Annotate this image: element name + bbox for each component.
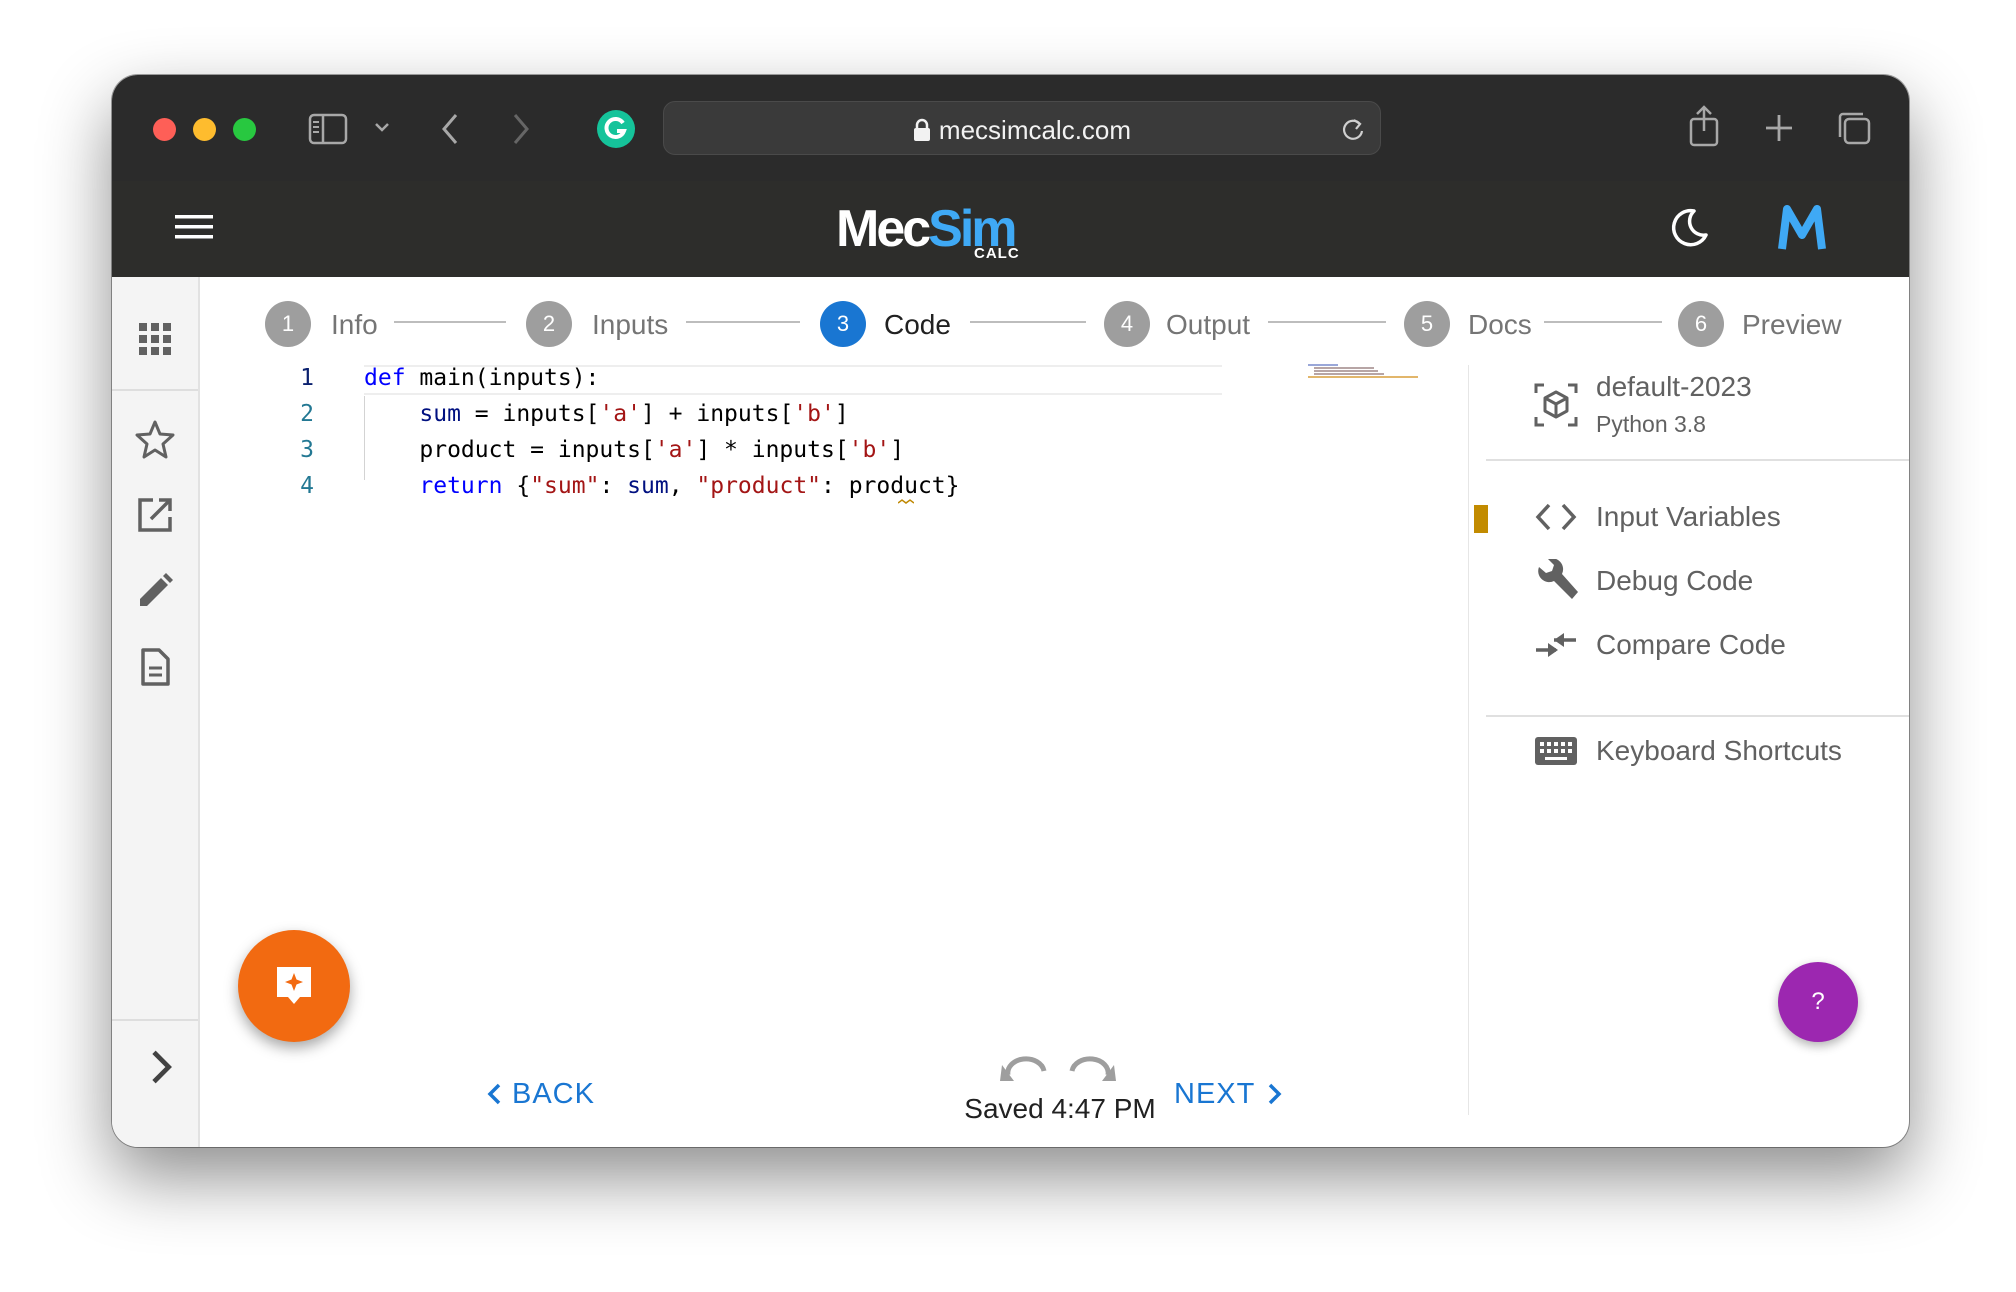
apps-grid-icon[interactable]: [135, 319, 175, 359]
document-icon[interactable]: [135, 647, 175, 687]
chevron-left-icon: [487, 1083, 501, 1105]
undo-redo-controls: [1000, 1056, 1116, 1081]
next-button[interactable]: NEXT: [1174, 1078, 1283, 1111]
mecsimcalc-logo[interactable]: MecSim CALC: [836, 201, 1036, 262]
dark-mode-moon-icon[interactable]: [1668, 207, 1710, 249]
panel-divider: [1486, 459, 1909, 461]
minimize-window-button[interactable]: [193, 118, 216, 141]
close-window-button[interactable]: [153, 118, 176, 141]
chevron-right-icon: [1269, 1083, 1282, 1105]
panel-divider: [1486, 715, 1909, 717]
rail-divider: [112, 1019, 198, 1021]
warning-squiggle-icon: [898, 499, 914, 504]
saved-status: Saved 4:47 PM: [964, 1093, 1156, 1124]
environment-version: Python 3.8: [1596, 411, 1706, 437]
help-button[interactable]: ?: [1778, 962, 1858, 1042]
open-external-icon[interactable]: [135, 495, 175, 535]
grammarly-icon[interactable]: [596, 109, 636, 149]
back-button[interactable]: BACK: [486, 1078, 595, 1111]
browser-window: mecsimcalc.com MecSim CALC 1 Info 2 Inpu…: [112, 75, 1909, 1147]
keyboard-icon: [1535, 737, 1577, 765]
left-rail: [112, 277, 200, 1147]
step-connector: [394, 321, 506, 323]
step-connector: [686, 321, 800, 323]
url-text: mecsimcalc.com: [938, 115, 1132, 145]
ai-sparkle-icon: [277, 967, 311, 1004]
share-icon[interactable]: [1688, 105, 1720, 147]
expand-rail-chevron-icon[interactable]: [142, 1047, 182, 1087]
compare-arrows-icon: [1536, 633, 1576, 657]
back-arrow-icon[interactable]: [440, 112, 460, 146]
chevron-down-icon[interactable]: [374, 121, 390, 133]
tab-overview-icon[interactable]: [1836, 110, 1872, 146]
scrollbar-marker: [1474, 505, 1488, 533]
code-line: product = inputs['a'] * inputs['b']: [364, 437, 905, 463]
editor-minimap[interactable]: [1308, 364, 1418, 380]
code-brackets-icon: [1535, 503, 1577, 531]
forward-arrow-icon[interactable]: [511, 112, 531, 146]
redo-icon[interactable]: [1069, 1056, 1116, 1081]
user-avatar-m-icon[interactable]: [1778, 205, 1826, 251]
lock-icon: [913, 118, 930, 141]
reload-icon[interactable]: [1340, 116, 1366, 142]
line-number: 2: [300, 401, 314, 427]
star-icon[interactable]: [135, 419, 175, 459]
browser-toolbar: mecsimcalc.com: [112, 75, 1909, 182]
line-number: 3: [300, 437, 314, 463]
line-number: 4: [300, 473, 314, 499]
wrench-icon: [1538, 559, 1578, 599]
menu-icon[interactable]: [175, 212, 213, 242]
code-line: def main(inputs):: [364, 365, 600, 391]
package-cube-icon: [1534, 383, 1578, 427]
editor-divider: [1468, 365, 1469, 1115]
sidebar-toggle-icon[interactable]: [308, 113, 348, 145]
pencil-edit-icon[interactable]: [135, 571, 175, 611]
step-connector: [1544, 321, 1662, 323]
step-connector: [970, 321, 1086, 323]
code-line: sum = inputs['a'] + inputs['b']: [419, 401, 849, 427]
rail-divider: [112, 389, 198, 391]
app-header: MecSim CALC: [112, 181, 1909, 277]
undo-icon[interactable]: [1000, 1056, 1047, 1081]
line-number: 1: [300, 365, 314, 391]
step-connector: [1268, 321, 1386, 323]
code-editor[interactable]: 1 2 3 4 def main(inputs): sum = inputs['…: [284, 365, 1224, 885]
address-bar[interactable]: mecsimcalc.com: [663, 101, 1381, 155]
new-tab-icon[interactable]: [1764, 113, 1794, 143]
ai-assistant-fab[interactable]: [238, 930, 350, 1042]
zoom-window-button[interactable]: [233, 118, 256, 141]
code-line: return {"sum": sum, "product": product}: [419, 473, 960, 499]
environment-name: default-2023: [1596, 371, 1752, 402]
